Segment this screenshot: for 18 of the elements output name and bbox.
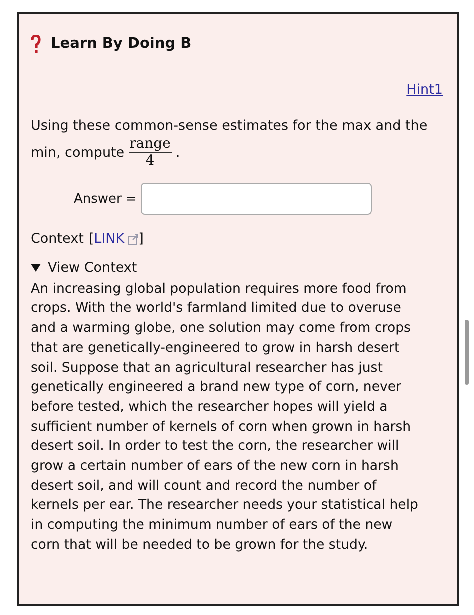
period-text: . — [176, 144, 180, 163]
section-title: Learn By Doing B — [51, 35, 192, 54]
scrollbar-thumb — [465, 320, 469, 385]
answer-field[interactable] — [140, 183, 372, 216]
external-link-icon — [128, 234, 139, 245]
answer-label: Answer = — [74, 190, 137, 208]
question-text: Using these common-sense estimates for the max and the — [31, 117, 429, 136]
bracket-text: ] — [138, 230, 144, 250]
question-text: min, compute — [31, 144, 125, 163]
triangle-down-icon — [31, 262, 41, 273]
context-label: Context — [31, 230, 84, 250]
question-mark-icon — [31, 34, 41, 55]
range-over-four-fraction: range 4 — [128, 136, 172, 170]
context-link[interactable]: LINK — [94, 229, 125, 250]
hint-link[interactable]: Hint1 — [406, 80, 443, 100]
context-paragraph: An increasing global population requires more food from crops. With the world's farmland limited due to overuse and a warming globe, one solution may come from crops that are genetically-engineered to grow in harsh desert soil. Suppose that an agricultural researcher has just genetically engineered a brand new type of corn, never before tested, which the researcher hopes will yield a sufficient number of kernels of corn when grown in harsh desert soil. In order to test the corn, the researcher will grow a certain number of ears of the new corn in harsh desert soil, and will count and record the number of kernels per ear. The researcher needs your statistical help in computing the minimum number of ears of the new corn that will be needed to be grown for the study. — [31, 280, 420, 555]
view-context-toggle[interactable]: View Context — [31, 258, 138, 278]
bracket-text: [ — [88, 230, 94, 250]
